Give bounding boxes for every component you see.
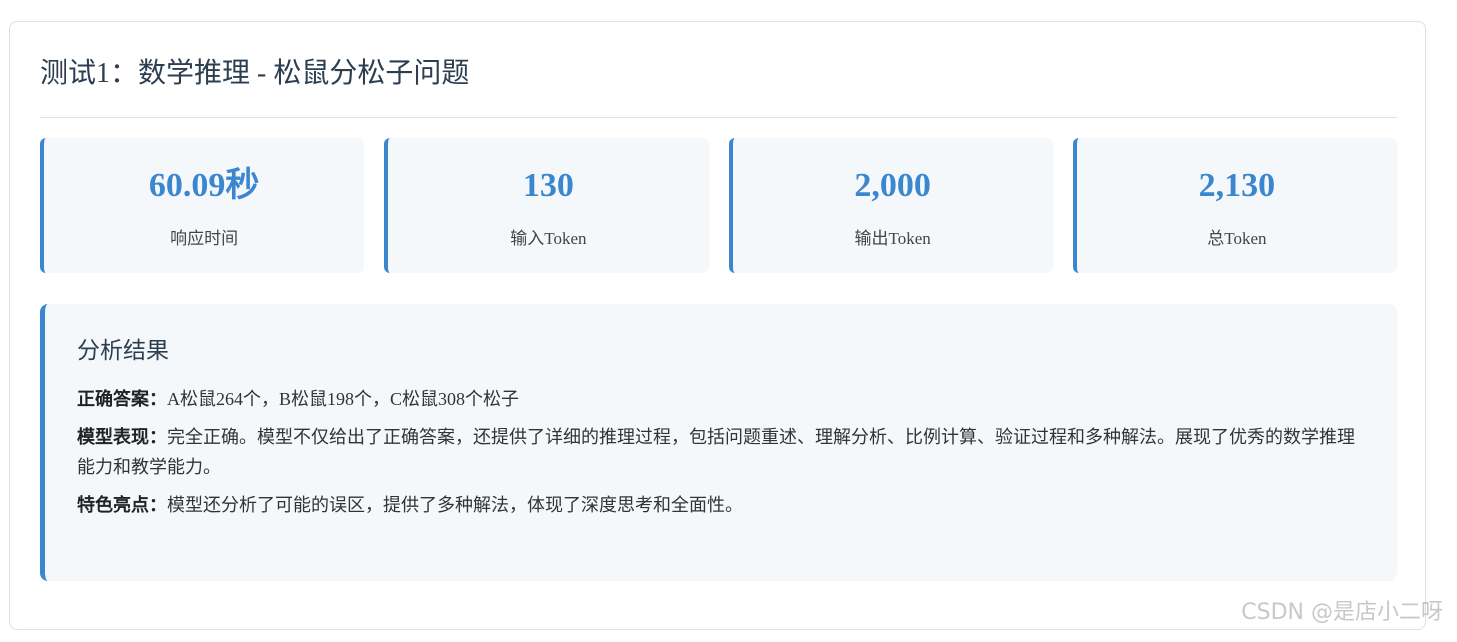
stat-label: 响应时间 xyxy=(170,229,239,248)
analysis-panel: 分析结果 正确答案：A松鼠264个，B松鼠198个，C松鼠308个松子 模型表现… xyxy=(40,304,1397,581)
stat-value: 130 xyxy=(522,167,574,204)
title-divider xyxy=(40,117,1397,118)
analysis-title: 分析结果 xyxy=(77,338,169,363)
stat-label: 输出Token xyxy=(854,229,931,248)
csdn-watermark: CSDN @是店小二呀 xyxy=(1241,600,1443,625)
stat-card-response-time: 60.09秒 响应时间 xyxy=(40,138,365,273)
analysis-item-key: 模型表现： xyxy=(77,427,167,447)
analysis-item-text: A松鼠264个，B松鼠198个，C松鼠308个松子 xyxy=(167,389,520,409)
analysis-item-model-performance: 模型表现：完全正确。模型不仅给出了正确答案，还提供了详细的推理过程，包括问题重述… xyxy=(77,422,1365,482)
stat-card-output-token: 2,000 输出Token xyxy=(728,138,1053,273)
stats-row: 60.09秒 响应时间 130 输入Token 2,000 输出Token 2,… xyxy=(40,138,1397,273)
stat-label: 总Token xyxy=(1207,229,1267,248)
test-title: 测试1：数学推理 - 松鼠分松子问题 xyxy=(40,58,470,89)
stat-value: 2,000 xyxy=(854,167,931,204)
analysis-item-text: 模型还分析了可能的误区，提供了多种解法，体现了深度思考和全面性。 xyxy=(167,495,743,515)
analysis-item-key: 正确答案： xyxy=(77,389,167,409)
test-result-card: 测试1：数学推理 - 松鼠分松子问题 60.09秒 响应时间 130 输入Tok… xyxy=(9,21,1426,630)
analysis-item-key: 特色亮点： xyxy=(77,495,167,515)
analysis-item-text: 完全正确。模型不仅给出了正确答案，还提供了详细的推理过程，包括问题重述、理解分析… xyxy=(77,427,1355,477)
stat-card-total-token: 2,130 总Token xyxy=(1072,138,1397,273)
stat-value: 2,130 xyxy=(1198,167,1276,204)
analysis-item-highlights: 特色亮点：模型还分析了可能的误区，提供了多种解法，体现了深度思考和全面性。 xyxy=(77,490,1365,520)
stat-value: 60.09秒 xyxy=(148,167,260,204)
analysis-item-correct-answer: 正确答案：A松鼠264个，B松鼠198个，C松鼠308个松子 xyxy=(77,384,1365,414)
stat-card-input-token: 130 输入Token xyxy=(384,138,709,273)
stat-label: 输入Token xyxy=(510,229,587,248)
